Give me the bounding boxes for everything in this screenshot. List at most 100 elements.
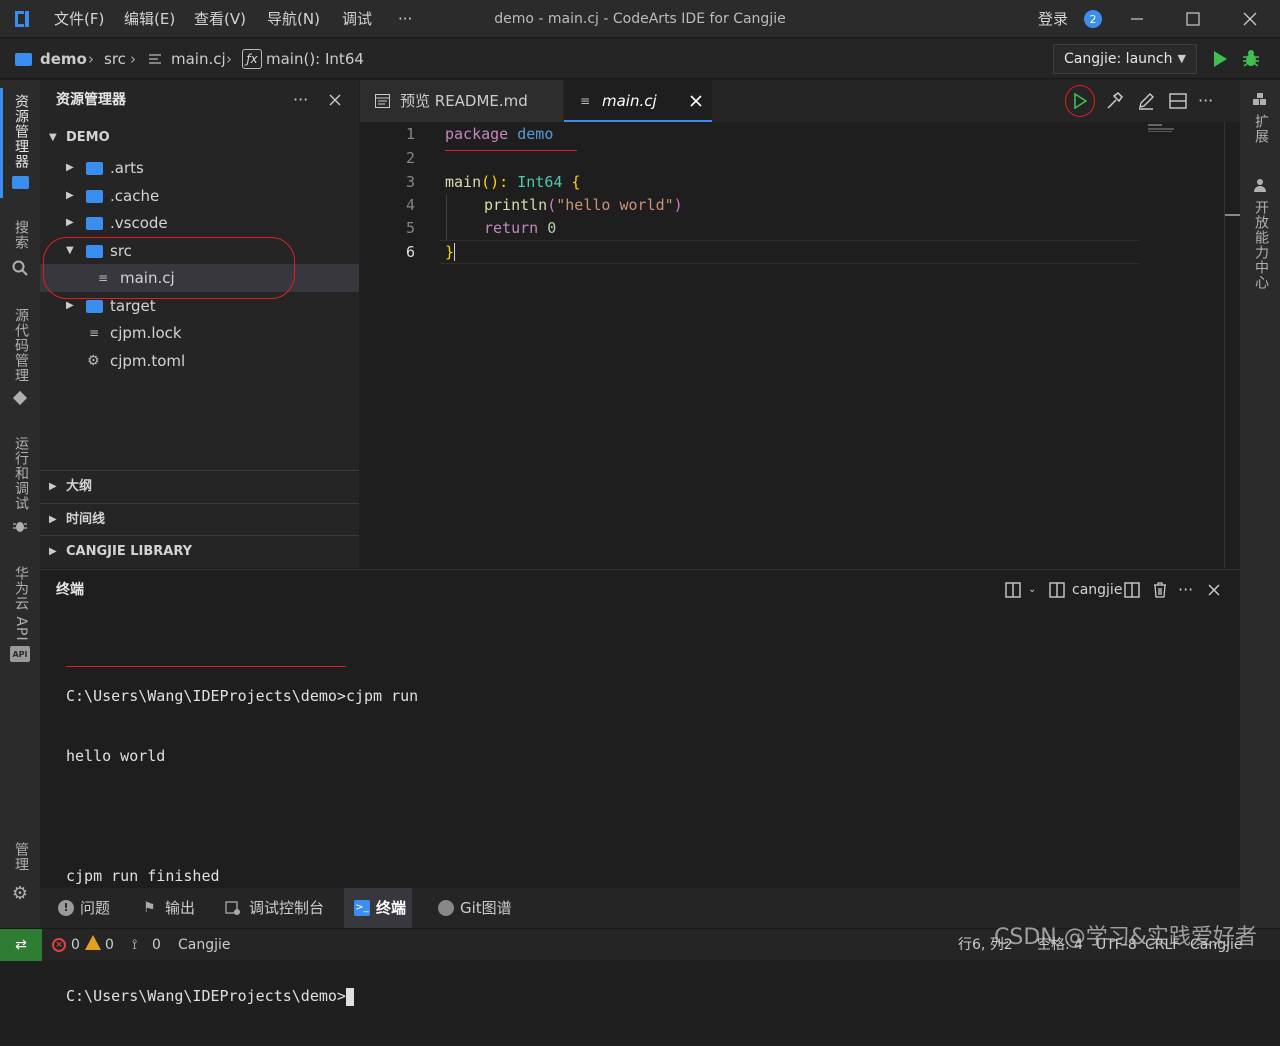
notification-badge[interactable]: 2	[1084, 10, 1102, 28]
bug-icon[interactable]	[10, 516, 30, 536]
antenna-icon[interactable]: ⟟	[132, 929, 137, 961]
menu-view[interactable]: 查看(V)	[194, 0, 246, 38]
section-timeline[interactable]: ▶ 时间线	[40, 503, 359, 536]
breadcrumb-folder[interactable]: src	[104, 39, 126, 79]
split-editor-icon[interactable]	[1168, 91, 1188, 111]
activity-manage[interactable]: 管理	[11, 842, 31, 872]
type-name: Int64	[517, 173, 563, 191]
split-terminal-icon[interactable]	[1004, 581, 1022, 599]
activity-api[interactable]: 华为云 API	[11, 566, 31, 642]
tab-terminal[interactable]: >_ 终端	[344, 888, 412, 928]
warning-count[interactable]: 0	[105, 929, 114, 961]
users-icon[interactable]	[1251, 176, 1269, 194]
keyword: package	[445, 125, 509, 143]
section-label: 时间线	[66, 512, 106, 527]
tree-item-vscode[interactable]: ▶ .vscode	[40, 209, 359, 237]
api-icon[interactable]: API	[10, 646, 30, 662]
chevron-right-icon: ›	[88, 50, 94, 68]
menu-file[interactable]: 文件(F)	[54, 0, 104, 38]
activity-explorer[interactable]: 资源管理器	[11, 94, 31, 169]
menu-navigate[interactable]: 导航(N)	[267, 0, 320, 38]
launch-config-select[interactable]: Cangjie: launch ▼	[1053, 44, 1197, 74]
tree-item-arts[interactable]: ▶ .arts	[40, 154, 359, 182]
menu-debug[interactable]: 调试	[342, 0, 372, 38]
shell-name[interactable]: cangjie	[1072, 570, 1122, 610]
build-hammer-icon[interactable]	[1104, 91, 1124, 111]
login-link[interactable]: 登录	[1038, 0, 1068, 38]
breadcrumb: demo › src › main.cj › ƒx main(): Int64 …	[0, 39, 1280, 79]
tab-label: 预览 README.md	[400, 92, 528, 110]
menu-more[interactable]: ···	[398, 0, 412, 38]
keyword: return	[484, 219, 539, 237]
tab-label: 问题	[80, 899, 111, 917]
current-line-highlight	[440, 240, 1140, 264]
split-pane-icon[interactable]	[1123, 581, 1141, 599]
paren: (	[547, 196, 557, 214]
code-line-6: }	[445, 243, 455, 261]
terminal-command: cjpm run	[345, 687, 419, 705]
edit-pencil-icon[interactable]	[1136, 91, 1156, 111]
more-actions-icon[interactable]: ···	[293, 80, 308, 120]
menu-edit[interactable]: 编辑(E)	[124, 0, 175, 38]
breadcrumb-project[interactable]: demo	[40, 39, 87, 79]
extensions-icon[interactable]	[1251, 92, 1269, 110]
run-icon[interactable]	[1210, 49, 1230, 69]
activity-scm[interactable]: 源代码管理	[11, 308, 31, 383]
close-tab-icon[interactable]	[688, 93, 704, 109]
close-window-icon[interactable]	[1235, 9, 1265, 29]
code-line-5: return 0	[484, 216, 556, 240]
status-language[interactable]: Cangjie	[178, 929, 231, 961]
chevron-right-icon: ›	[130, 50, 136, 68]
folder-icon	[86, 162, 103, 175]
rightbar-extensions[interactable]: 扩展	[1251, 114, 1271, 144]
close-panel-icon[interactable]	[1207, 583, 1221, 597]
maximize-icon[interactable]	[1178, 9, 1208, 29]
error-count[interactable]: 0	[71, 929, 80, 961]
terminal-icon: >_	[354, 900, 370, 916]
search-icon[interactable]	[10, 258, 30, 278]
warning-icon[interactable]	[85, 935, 101, 950]
git-icon[interactable]	[10, 388, 30, 408]
activity-search[interactable]: 搜索	[11, 220, 31, 250]
error-icon[interactable]: ×	[52, 938, 66, 952]
tree-root[interactable]: ▼ DEMO	[40, 124, 359, 152]
tab-readme[interactable]: 预览 README.md	[360, 80, 563, 122]
scrollbar-track[interactable]	[1224, 122, 1225, 568]
tree-item-cjpm-toml[interactable]: ⚙ cjpm.toml	[40, 347, 359, 375]
debug-icon[interactable]	[1240, 48, 1262, 70]
terminal-blank	[66, 806, 418, 826]
caret-right-icon: ▶	[49, 514, 57, 525]
explorer-icon[interactable]	[10, 174, 30, 192]
more-actions-icon[interactable]: ···	[1198, 80, 1213, 122]
activity-run[interactable]: 运行和调试	[11, 436, 31, 511]
minimize-icon[interactable]	[1122, 9, 1152, 29]
trash-icon[interactable]	[1151, 581, 1169, 599]
chevron-down-icon[interactable]: ⌄	[1028, 570, 1036, 610]
tree-item-label: .cache	[110, 187, 160, 205]
package-name: demo	[517, 125, 554, 143]
file-lines-icon	[147, 52, 163, 66]
section-cangjie-library[interactable]: ▶ CANGJIE LIBRARY	[40, 535, 359, 568]
number-literal: 0	[547, 219, 557, 237]
tree-item-cache[interactable]: ▶ .cache	[40, 182, 359, 210]
more-actions-icon[interactable]: ···	[1178, 570, 1193, 610]
tree-item-cjpm-lock[interactable]: ≡ cjpm.lock	[40, 319, 359, 347]
watermark: CSDN @学习&实践爱好者	[994, 925, 1257, 950]
folder-icon	[86, 300, 103, 313]
terminal-layout-icon[interactable]	[1048, 581, 1066, 599]
rightbar-dev-center[interactable]: 开放能力中心	[1251, 200, 1271, 290]
section-outline[interactable]: ▶ 大纲	[40, 470, 359, 503]
gear-icon[interactable]: ⚙	[10, 883, 30, 904]
run-file-button[interactable]	[1065, 85, 1095, 117]
terminal-line: hello world	[66, 747, 166, 765]
breadcrumb-symbol[interactable]: main(): Int64	[266, 39, 364, 79]
ports-count[interactable]: 0	[152, 929, 161, 961]
scrollbar-marker	[1224, 214, 1240, 216]
breadcrumb-file[interactable]: main.cj	[171, 39, 226, 79]
close-icon[interactable]	[327, 92, 343, 108]
code-editor[interactable]: 1 2 3 4 5 6 package demo main(): Int64 {…	[360, 122, 1240, 568]
line-number: 4	[405, 196, 415, 214]
terminal-output[interactable]: C:\Users\Wang\IDEProjects\demo> cjpm run …	[66, 646, 418, 1046]
remote-icon[interactable]: ⇄	[0, 929, 42, 961]
tab-main-cj[interactable]: ≡ main.cj	[564, 80, 712, 122]
